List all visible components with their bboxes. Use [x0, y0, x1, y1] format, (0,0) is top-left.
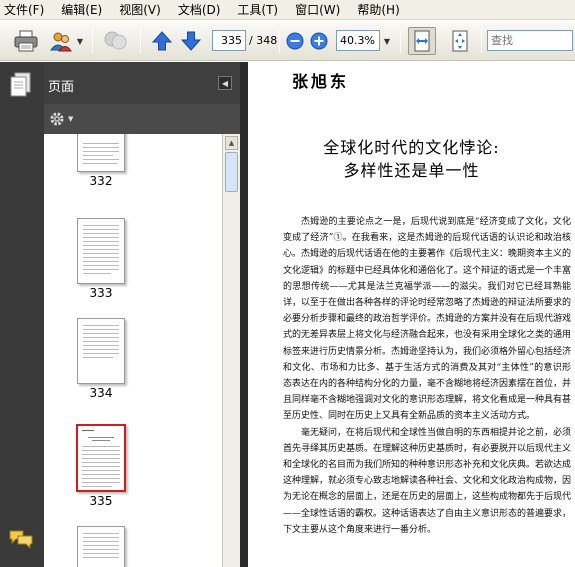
page-thumbnail-333[interactable]: [77, 218, 125, 284]
arrow-down-icon: [180, 31, 202, 51]
toolbar: ▼ / 348 40.3% ▼: [0, 21, 575, 61]
options-chevron-down-icon: ▼: [68, 115, 74, 123]
document-view[interactable]: 张旭东 全球化时代的文化悖论: 多样性还是单一性 杰姆逊的主要论点之一是，后现代…: [248, 62, 575, 567]
scrollbar-thumb[interactable]: [225, 152, 238, 192]
chevron-down-icon[interactable]: ▼: [76, 36, 84, 46]
zoom-in-icon: [310, 32, 328, 50]
zoom-in-button[interactable]: [310, 32, 328, 50]
scroll-up-arrow-icon[interactable]: ▲: [225, 136, 238, 150]
zoom-dropdown-chevron-icon[interactable]: ▼: [382, 36, 392, 46]
search-input[interactable]: [487, 30, 573, 51]
pages-panel: 页面 ◀ ▼ 332 333 334 335 ▲: [44, 62, 240, 567]
paragraph: 毫无疑问，在将后现代和全球性当做自明的东西相提并论之前，必须首先寻绎其历史基质。…: [283, 427, 572, 535]
thumbnail-list: 332 333 334 335: [44, 134, 222, 567]
people-icon: [50, 32, 72, 52]
pages-icon: [10, 72, 31, 97]
comment-bubbles-icon: [9, 530, 33, 550]
comment-disabled-icon: [104, 31, 127, 50]
zoom-out-icon: [286, 32, 304, 50]
thumbnail-label: 333: [89, 286, 113, 300]
menu-edit[interactable]: 编辑(E): [61, 1, 102, 18]
page-total-label: / 348: [249, 34, 278, 47]
printer-icon: [14, 30, 38, 52]
article-subtitle: 多样性还是单一性: [343, 161, 480, 180]
navigation-pane-bar: [0, 62, 44, 567]
zoom-out-button[interactable]: [286, 32, 304, 50]
panel-header: 页面 ◀: [44, 62, 240, 104]
collapse-panel-button[interactable]: ◀: [218, 76, 232, 90]
zoom-level-field[interactable]: 40.3%: [336, 30, 380, 51]
page-thumbnail-next[interactable]: [77, 526, 125, 567]
article-body: 杰姆逊的主要论点之一是，后现代说到底是“经济变成了文化，文化变成了经济”①。在我…: [283, 214, 571, 538]
pages-panel-button[interactable]: [10, 72, 32, 98]
page-thumbnail-332[interactable]: [77, 134, 125, 172]
menu-file[interactable]: 文件(F): [4, 1, 44, 18]
panel-splitter[interactable]: [240, 62, 248, 567]
menu-view[interactable]: 视图(V): [119, 1, 161, 18]
fit-page-icon: [452, 30, 468, 52]
menu-help[interactable]: 帮助(H): [357, 1, 399, 18]
comments-panel-button[interactable]: [8, 528, 34, 550]
fit-page-button[interactable]: [446, 27, 474, 55]
thumbnail-label: 334: [89, 386, 113, 400]
thumbnail-label: 332: [89, 174, 113, 188]
next-page-button[interactable]: [179, 29, 203, 53]
menu-document[interactable]: 文档(D): [178, 1, 221, 18]
previous-page-button[interactable]: [150, 29, 174, 53]
panel-title: 页面: [48, 80, 75, 95]
thumbnail-options-button[interactable]: ▼: [48, 110, 73, 128]
toolbar-divider: [92, 29, 93, 53]
toolbar-divider: [400, 29, 401, 53]
collaborate-button[interactable]: [48, 28, 74, 54]
toolbar-divider: [279, 29, 280, 53]
toolbar-divider: [481, 29, 482, 53]
toolbar-divider: [140, 29, 141, 53]
arrow-up-icon: [151, 31, 173, 51]
page-number-input[interactable]: [212, 30, 246, 51]
comment-button: [102, 28, 130, 54]
thumbnail-scrollbar[interactable]: ▲: [222, 134, 240, 567]
article-author: 张旭东: [292, 72, 350, 91]
page-thumbnail-334[interactable]: [77, 318, 125, 384]
page-thumbnail-335[interactable]: [76, 424, 126, 492]
fit-width-icon: [414, 30, 430, 52]
article-title: 全球化时代的文化悖论:: [323, 138, 500, 157]
gear-icon: [50, 112, 64, 126]
menu-window[interactable]: 窗口(W): [295, 1, 340, 18]
print-button[interactable]: [12, 28, 40, 54]
paragraph: 杰姆逊的主要论点之一是，后现代说到底是“经济变成了文化，文化变成了经济”①。在我…: [283, 217, 572, 422]
thumbnail-label: 335: [89, 494, 113, 508]
menu-tools[interactable]: 工具(T): [237, 1, 278, 18]
triangle-left-icon: ◀: [221, 78, 229, 88]
fit-width-button[interactable]: [408, 27, 436, 55]
menu-bar: 文件(F) 编辑(E) 视图(V) 文档(D) 工具(T) 窗口(W) 帮助(H…: [0, 0, 575, 20]
